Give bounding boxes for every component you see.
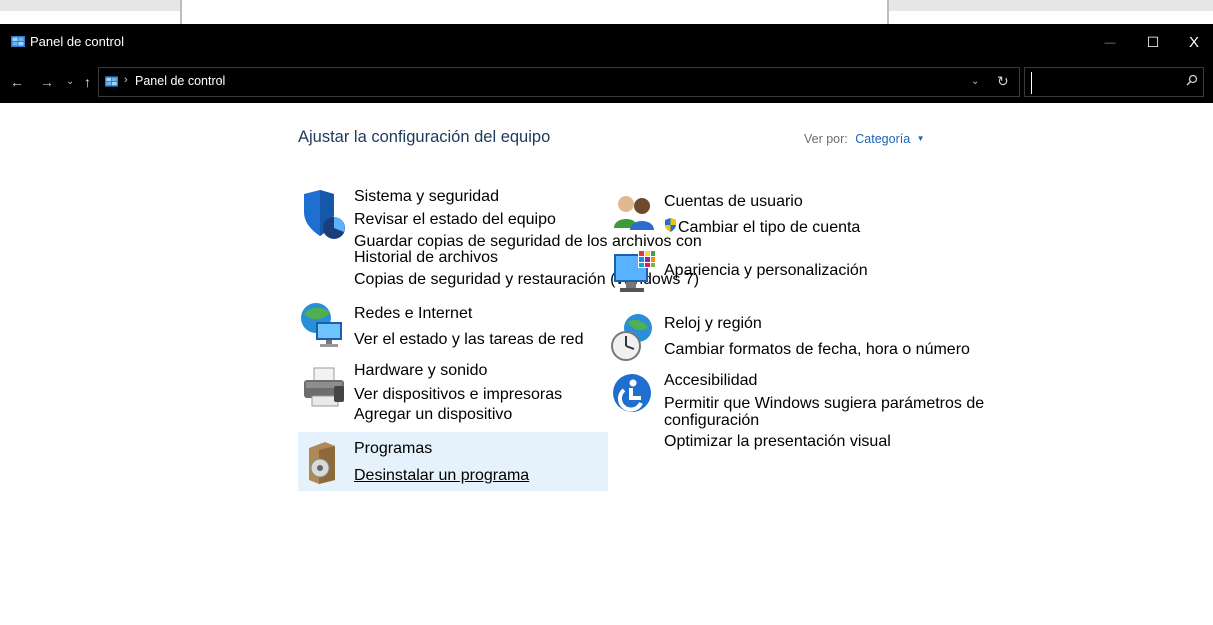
printer-icon[interactable] [302,366,348,410]
category-accessibility[interactable]: Accesibilidad [664,372,757,390]
title-bar: Panel de control — ☐ X [0,24,1213,61]
view-by-label: Ver por: [804,132,848,146]
view-by-dropdown[interactable]: Categoría [855,132,910,146]
category-clock-region[interactable]: Reloj y región [664,315,762,333]
link-add-device[interactable]: Agregar un dispositivo [354,406,512,424]
network-globe-icon[interactable] [300,298,346,350]
background-window-right [887,0,1213,24]
up-arrow-icon[interactable]: ↑ [84,73,91,91]
view-by: Ver por: Categoría ▼ [804,132,925,146]
search-box[interactable] [1024,67,1204,97]
user-accounts-icon[interactable] [612,192,656,232]
category-hardware-sound[interactable]: Hardware y sonido [354,362,487,380]
link-network-status[interactable]: Ver el estado y las tareas de red [354,331,583,349]
maximize-button[interactable]: ☐ [1133,24,1173,61]
link-uninstall-program[interactable]: Desinstalar un programa [354,467,529,485]
close-icon: X [1188,34,1199,51]
page-heading: Ajustar la configuración del equipo [298,128,551,146]
category-system-security[interactable]: Sistema y seguridad [354,188,499,206]
search-icon[interactable] [1185,73,1199,87]
link-optimize-visual-display[interactable]: Optimizar la presentación visual [664,433,891,451]
refresh-icon[interactable]: ↻ [997,73,1009,90]
address-bar[interactable]: › Panel de control › ⌄ ↻ [98,67,1020,97]
background-window-left [0,0,182,24]
clock-globe-icon[interactable] [610,312,656,362]
link-devices-printers[interactable]: Ver dispositivos e impresoras [354,386,562,404]
link-windows-suggest-settings[interactable]: Permitir que Windows sugiera parámetros … [664,395,984,413]
minimize-button[interactable]: — [1090,24,1130,61]
address-dropdown-icon[interactable]: ⌄ [971,76,979,87]
navigation-bar: ← → ⌄ ↑ › Panel de control › ⌄ ↻ [0,61,1213,103]
uac-shield-icon [665,218,676,232]
recent-locations-chevron-icon[interactable]: ⌄ [66,73,74,91]
minimize-icon: — [1104,36,1116,49]
category-programs[interactable]: Programas [354,440,432,458]
search-input[interactable] [1031,72,1186,94]
breadcrumb-control-panel[interactable]: Panel de control [135,74,225,88]
category-user-accounts[interactable]: Cuentas de usuario [664,193,803,211]
control-panel-icon [105,76,118,87]
link-settings-continuation[interactable]: configuración [664,412,759,430]
forward-arrow-icon[interactable]: → [40,73,54,91]
close-button[interactable]: X [1174,24,1213,61]
programs-box-icon[interactable] [305,440,339,486]
control-panel-icon [11,36,25,47]
category-network-internet[interactable]: Redes e Internet [354,305,472,323]
breadcrumb-separator-icon[interactable]: › [124,74,128,86]
dropdown-caret-icon[interactable]: ▼ [917,134,925,143]
back-arrow-icon[interactable]: ← [10,73,24,91]
background-window-strip [0,0,1213,24]
breadcrumb-chevron-icon[interactable]: › [219,74,223,86]
appearance-monitor-icon[interactable] [612,248,658,298]
maximize-icon: ☐ [1146,34,1160,50]
link-review-status[interactable]: Revisar el estado del equipo [354,211,556,229]
window-title: Panel de control [30,34,124,49]
security-shield-icon[interactable] [300,188,348,242]
link-change-account-type[interactable]: Cambiar el tipo de cuenta [678,219,860,237]
link-change-date-formats[interactable]: Cambiar formatos de fecha, hora o número [664,341,970,359]
accessibility-icon[interactable] [612,372,652,414]
category-appearance[interactable]: Apariencia y personalización [664,262,868,280]
link-file-history[interactable]: Historial de archivos [354,249,498,267]
